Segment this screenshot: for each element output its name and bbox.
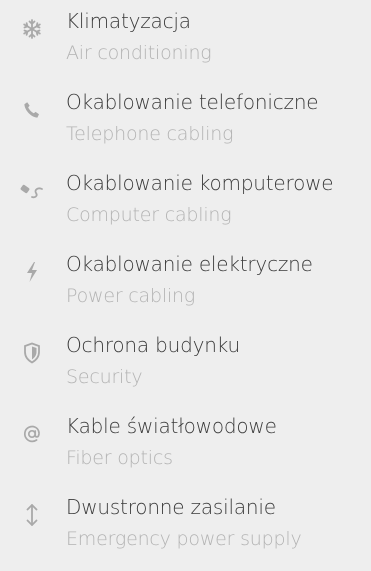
service-title: Kable światłowodowe	[66, 414, 277, 438]
service-item-emergency-power[interactable]: Dwustronne zasilanie Emergency power sup…	[0, 490, 371, 571]
service-item-air-conditioning[interactable]: Klimatyzacja Air conditioning	[0, 4, 371, 85]
service-title: Okablowanie komputerowe	[66, 171, 334, 195]
service-item-security[interactable]: Ochrona budynku Security	[0, 328, 371, 409]
service-title: Okablowanie telefoniczne	[66, 90, 319, 114]
service-subtitle: Power cabling	[66, 285, 196, 307]
service-item-fiber-optics[interactable]: Kable światłowodowe Fiber optics	[0, 409, 371, 490]
snowflake-icon	[17, 14, 47, 44]
up-down-arrow-icon	[17, 500, 47, 530]
service-item-telephone-cabling[interactable]: Okablowanie telefoniczne Telephone cabli…	[0, 85, 371, 166]
service-item-power-cabling[interactable]: Okablowanie elektryczne Power cabling	[0, 247, 371, 328]
service-item-computer-cabling[interactable]: Okablowanie komputerowe Computer cabling	[0, 166, 371, 247]
service-subtitle: Telephone cabling	[66, 123, 234, 145]
service-subtitle: Computer cabling	[66, 204, 232, 226]
lightning-icon	[17, 257, 47, 287]
service-subtitle: Air conditioning	[66, 42, 212, 64]
at-sign-icon	[17, 419, 47, 449]
shield-icon	[17, 338, 47, 368]
service-subtitle: Emergency power supply	[66, 528, 302, 550]
service-title: Dwustronne zasilanie	[66, 495, 276, 519]
service-subtitle: Security	[66, 366, 143, 388]
service-title: Ochrona budynku	[66, 333, 240, 357]
service-title: Klimatyzacja	[66, 9, 191, 33]
service-subtitle: Fiber optics	[66, 447, 173, 469]
phone-icon	[17, 95, 47, 125]
network-cable-icon	[17, 176, 47, 206]
service-title: Okablowanie elektryczne	[66, 252, 313, 276]
services-list: Klimatyzacja Air conditioning Okablowani…	[0, 4, 371, 571]
